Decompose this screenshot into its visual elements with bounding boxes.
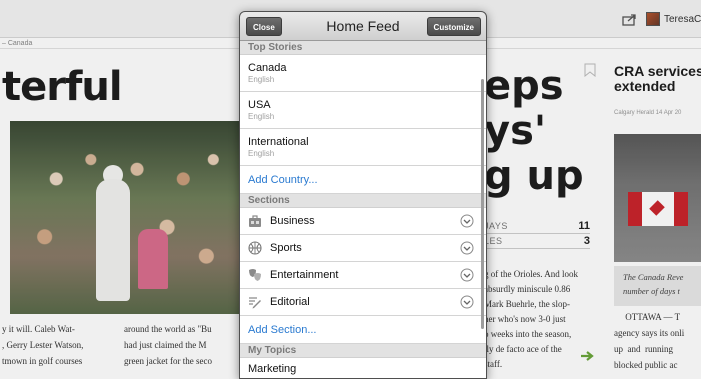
popover-header: Home Feed Close Customize [240,12,486,41]
chevron-down-icon[interactable] [460,241,474,255]
section-label: Editorial [270,296,310,308]
section-label: Entertainment [270,269,339,281]
section-item-entertainment[interactable]: Entertainment [240,262,486,289]
section-header-my-topics: My Topics [240,344,486,358]
list-item-canada[interactable]: Canada English [240,55,486,92]
feed-list[interactable]: Top Stories Canada English USA English I… [240,41,486,378]
section-item-editorial[interactable]: Editorial [240,289,486,316]
list-item-usa[interactable]: USA English [240,92,486,129]
country-name: International [248,136,309,148]
add-country-link[interactable]: Add Country... [240,166,486,194]
section-item-sports[interactable]: Sports [240,235,486,262]
theater-masks-icon [249,269,261,281]
list-item-international[interactable]: International English [240,129,486,166]
add-section-link[interactable]: Add Section... [240,316,486,344]
basketball-icon [248,241,262,255]
section-item-business[interactable]: Business [240,208,486,235]
briefcase-icon [249,215,261,227]
country-language: English [248,75,275,84]
country-name: Canada [248,62,287,74]
home-feed-popover: Home Feed Close Customize Top Stories Ca… [239,11,487,379]
pencil-icon [249,297,261,309]
close-button[interactable]: Close [246,17,282,36]
section-label: Business [270,215,315,227]
chevron-down-icon[interactable] [460,295,474,309]
scrollbar[interactable] [481,79,484,329]
customize-button[interactable]: Customize [426,17,481,36]
section-header-sections: Sections [240,194,486,208]
topic-item-marketing[interactable]: Marketing [240,358,486,378]
country-language: English [248,149,275,158]
section-label: Sports [270,242,302,254]
section-header-top-stories: Top Stories [240,41,486,55]
chevron-down-icon[interactable] [460,214,474,228]
country-language: English [248,112,275,121]
country-name: USA [248,99,271,111]
chevron-down-icon[interactable] [460,268,474,282]
